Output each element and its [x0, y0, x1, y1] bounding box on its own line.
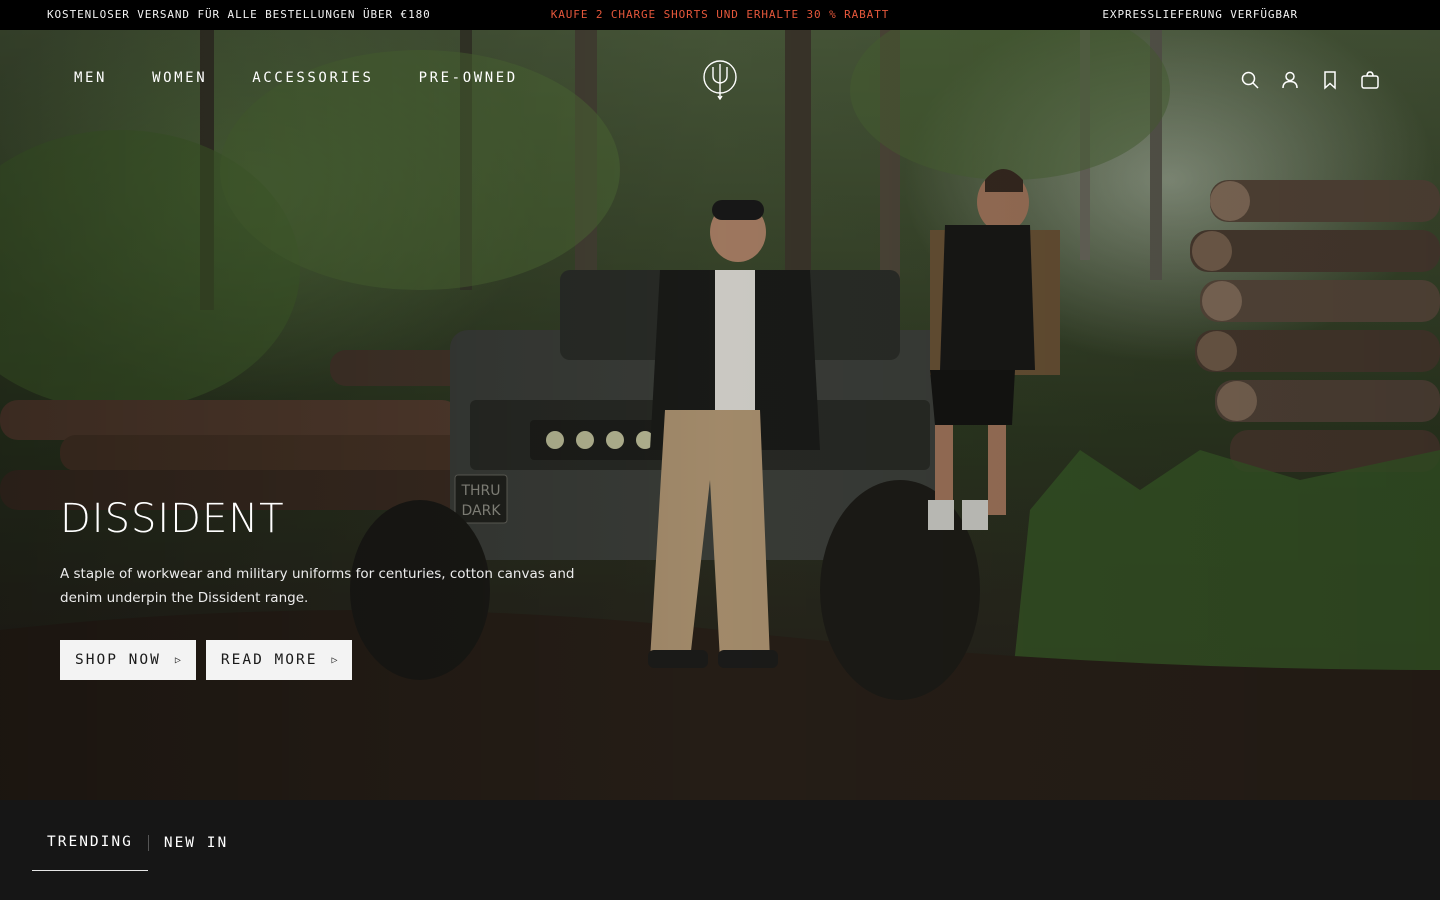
- header-icons: [1240, 70, 1380, 90]
- wishlist-icon[interactable]: [1320, 70, 1340, 90]
- read-more-button[interactable]: READ MORE ▷: [205, 640, 353, 680]
- primary-menu: MEN WOMEN ACCESSORIES PRE-OWNED: [74, 70, 518, 86]
- hero-overlay: [0, 30, 1440, 800]
- read-more-label: READ MORE: [220, 652, 318, 668]
- nav-item-women[interactable]: WOMEN: [152, 70, 207, 86]
- play-arrow-icon: ▷: [174, 654, 181, 666]
- hero-title: DISSIDENT: [60, 496, 285, 542]
- account-icon[interactable]: [1280, 70, 1300, 90]
- main-navigation: MEN WOMEN ACCESSORIES PRE-OWNED: [0, 30, 1440, 130]
- product-tabs-section: TRENDING NEW IN: [0, 800, 1440, 900]
- hero-content: DISSIDENT A staple of workwear and milit…: [60, 496, 640, 680]
- search-icon[interactable]: [1240, 70, 1260, 90]
- tab-trending[interactable]: TRENDING: [32, 830, 148, 871]
- shop-now-button[interactable]: SHOP NOW ▷: [60, 640, 196, 680]
- express-delivery-text: EXPRESSLIEFERUNG VERFÜGBAR: [1102, 8, 1298, 21]
- hero-buttons: SHOP NOW ▷ READ MORE ▷: [60, 640, 640, 680]
- tab-new-in[interactable]: NEW IN: [149, 831, 243, 871]
- cart-icon[interactable]: [1360, 70, 1380, 90]
- shop-now-label: SHOP NOW: [75, 652, 161, 668]
- announcement-bar: KOSTENLOSER VERSAND FÜR ALLE BESTELLUNGE…: [0, 0, 1440, 30]
- play-arrow-icon: ▷: [331, 654, 338, 666]
- trident-logo[interactable]: [702, 58, 738, 101]
- nav-item-men[interactable]: MEN: [74, 70, 107, 86]
- product-tabs: TRENDING NEW IN: [32, 830, 243, 871]
- hero-banner: THRUDARK: [0, 30, 1440, 800]
- nav-item-accessories[interactable]: ACCESSORIES: [252, 70, 373, 86]
- hero-description: A staple of workwear and military unifor…: [60, 566, 575, 606]
- nav-item-pre-owned[interactable]: PRE-OWNED: [419, 70, 518, 86]
